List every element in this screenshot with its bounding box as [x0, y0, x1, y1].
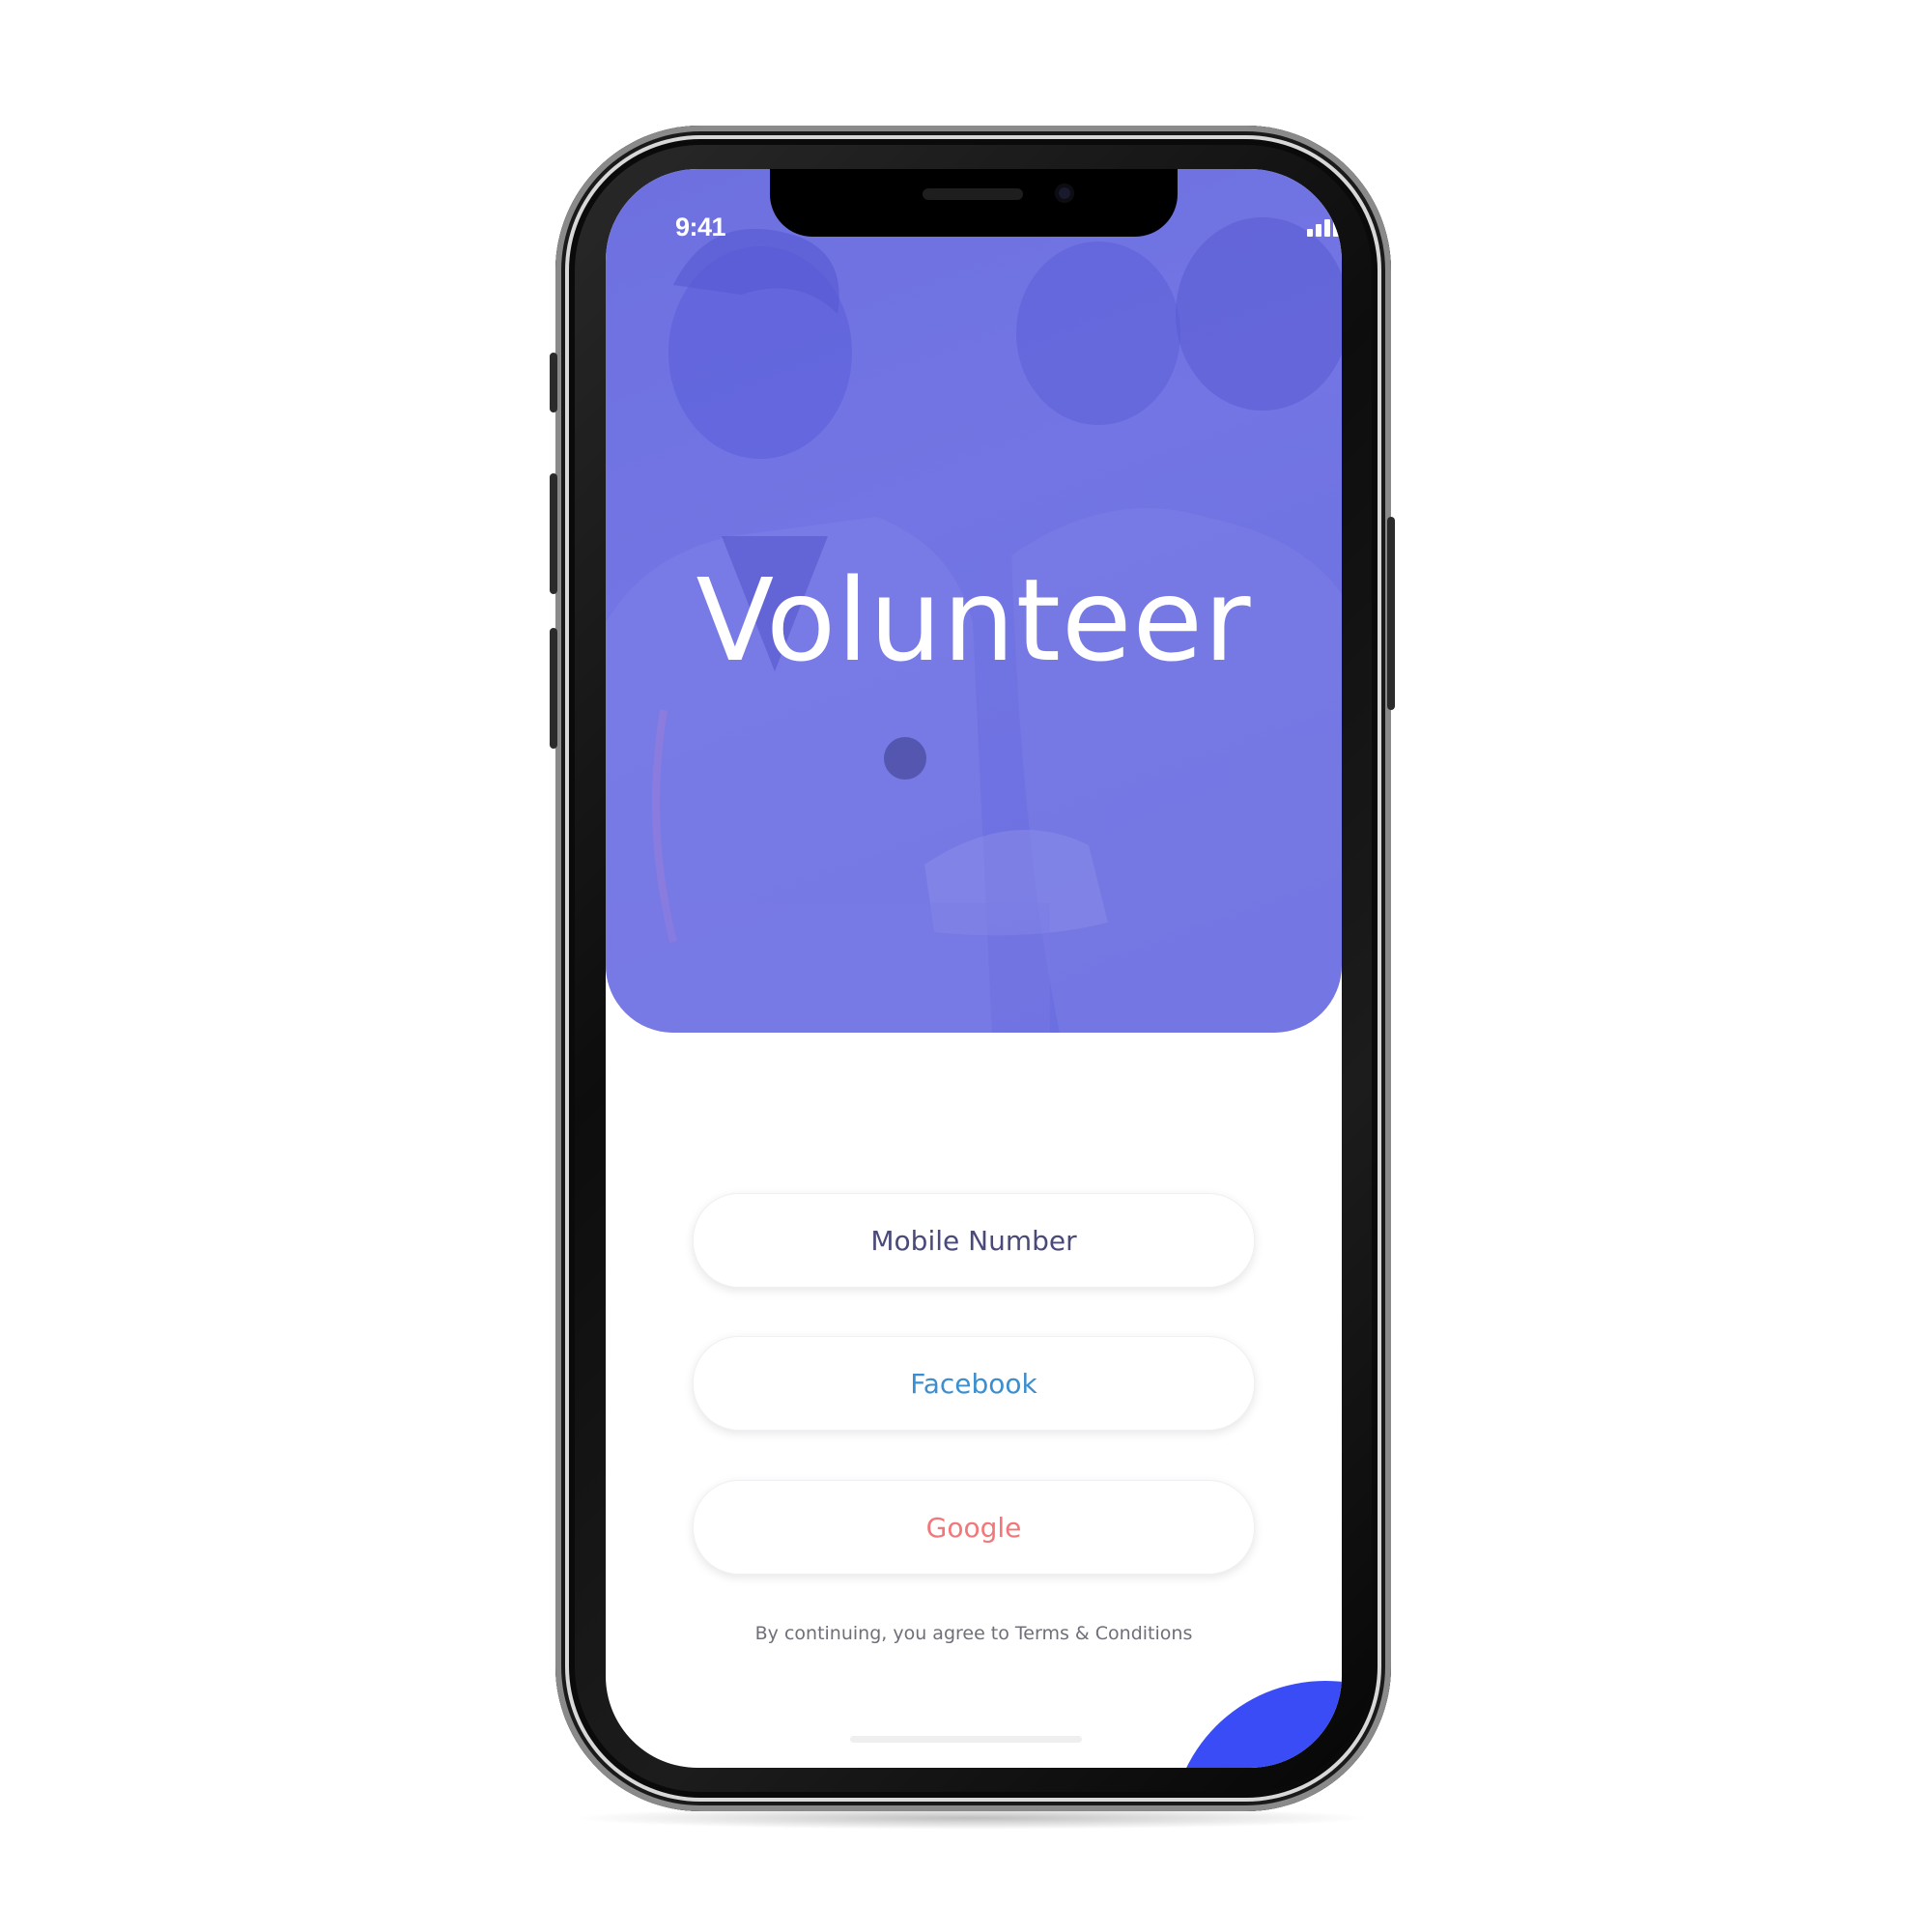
mobile-number-label: Mobile Number [870, 1224, 1077, 1257]
google-label: Google [925, 1511, 1022, 1544]
front-camera [1055, 184, 1074, 203]
phone-screen: 9:41 Volunteer Mobile Number Facebook Go… [606, 169, 1342, 1768]
terms-link[interactable]: By continuing, you agree to Terms & Cond… [606, 1623, 1342, 1644]
earpiece-speaker [923, 188, 1023, 200]
power-button [1387, 517, 1395, 710]
volume-down-button [550, 628, 557, 749]
decorative-corner-blob [1171, 1681, 1342, 1768]
home-indicator[interactable] [850, 1736, 1082, 1743]
facebook-label: Facebook [910, 1367, 1037, 1400]
google-button[interactable]: Google [693, 1480, 1255, 1575]
volume-up-button [550, 473, 557, 594]
hero-banner: 9:41 Volunteer [606, 169, 1342, 1033]
silent-switch [550, 353, 557, 412]
facebook-button[interactable]: Facebook [693, 1336, 1255, 1431]
phone-notch [770, 169, 1178, 237]
app-title: Volunteer [696, 554, 1252, 687]
signal-icon [1307, 214, 1339, 237]
status-time: 9:41 [675, 213, 726, 242]
mobile-number-button[interactable]: Mobile Number [693, 1193, 1255, 1288]
